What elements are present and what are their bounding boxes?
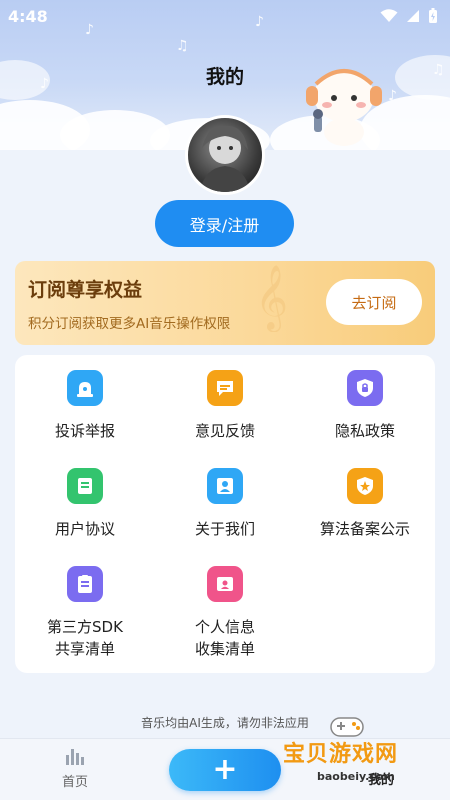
menu-item-label: 意见反馈 [194, 422, 255, 440]
subscription-card[interactable]: 𝄞 订阅尊享权益 积分订阅获取更多AI音乐操作权限 去订阅 [15, 261, 435, 345]
ai-music-notice: 音乐均由AI生成，请勿非法应用 [141, 716, 309, 730]
battery-icon [429, 8, 437, 23]
menu-item-label: 第三方SDK 共享清单 [47, 616, 123, 660]
menu-item-label: 用户协议 [54, 520, 115, 538]
music-note-icon: ♪ [388, 88, 397, 104]
menu-item-personal-info[interactable]: 个人信息 收集清单 [155, 551, 295, 673]
signal-icon [407, 10, 419, 22]
badge-star-icon [347, 468, 383, 504]
subscribe-button[interactable]: 去订阅 [326, 279, 422, 325]
shield-lock-icon [347, 370, 383, 406]
menu-item-label-line1: 个人信息 [194, 618, 255, 636]
avatar[interactable] [185, 115, 265, 195]
watermark-text: 宝贝游戏网 [283, 742, 399, 767]
id-card-icon [207, 566, 243, 602]
menu-item-label: 投诉举报 [54, 422, 115, 440]
menu-item-feedback[interactable]: 意见反馈 [155, 355, 295, 455]
robot-mascot-icon [306, 69, 382, 146]
music-clef-icon: 𝄞 [255, 265, 289, 330]
clipboard-list-icon [67, 566, 103, 602]
menu-item-complaint[interactable]: 投诉举报 [15, 355, 155, 455]
wifi-icon [380, 9, 398, 22]
create-music-button[interactable]: + [169, 749, 281, 791]
equalizer-icon [66, 749, 84, 765]
plus-icon: + [212, 752, 238, 787]
menu-item-third-party-sdk[interactable]: 第三方SDK 共享清单 [15, 551, 155, 673]
menu-item-label-line1: 第三方SDK [47, 618, 123, 636]
menu-item-privacy-policy[interactable]: 隐私政策 [295, 355, 435, 455]
menu-item-label: 个人信息 收集清单 [195, 616, 255, 660]
nav-home[interactable]: 首页 [50, 745, 100, 797]
status-bar: 4:48 [0, 0, 450, 32]
subscription-title: 订阅尊享权益 [28, 279, 143, 301]
alarm-icon [67, 370, 103, 406]
watermark: 宝贝游戏网 baobeiy.com [275, 717, 445, 796]
menu-item-algorithm-filing[interactable]: 算法备案公示 [295, 453, 435, 553]
document-icon [67, 468, 103, 504]
menu-item-label-line2: 收集清单 [194, 640, 255, 658]
watermark-url: baobeiy.com [317, 770, 395, 783]
menu-item-about-us[interactable]: 关于我们 [155, 453, 295, 553]
status-time: 4:48 [8, 6, 48, 26]
login-register-button[interactable]: 登录/注册 [155, 200, 294, 247]
menu-item-label-line2: 共享清单 [54, 640, 115, 658]
avatar-image [200, 125, 250, 192]
subscription-description: 积分订阅获取更多AI音乐操作权限 [28, 316, 231, 332]
menu-item-label: 隐私政策 [334, 422, 395, 440]
chat-icon [207, 370, 243, 406]
person-icon [207, 468, 243, 504]
nav-home-label: 首页 [61, 775, 88, 790]
menu-grid: 投诉举报 意见反馈 隐私政策 用户协议 关于我们 算法备案公示 第三方SDK 共… [15, 355, 435, 673]
menu-item-label: 关于我们 [194, 520, 255, 538]
menu-item-user-agreement[interactable]: 用户协议 [15, 453, 155, 553]
menu-item-label: 算法备案公示 [319, 520, 410, 538]
music-note-icon: ♫ [176, 38, 189, 54]
